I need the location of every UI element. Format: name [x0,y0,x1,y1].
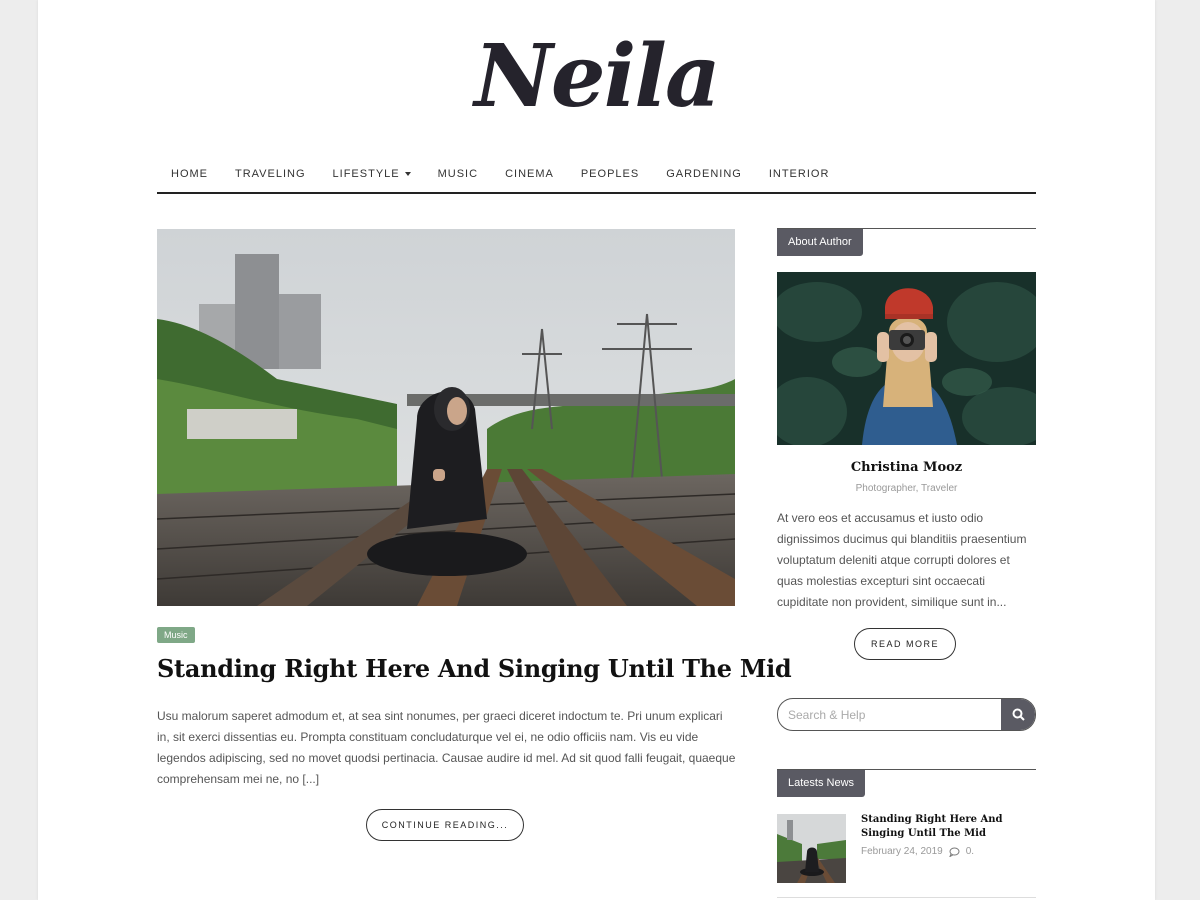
news-divider [777,897,1036,898]
chevron-down-icon [404,172,411,177]
post-category-badge[interactable]: Music [157,627,195,643]
latest-news-heading-bar: Latests News [777,769,1036,797]
latest-news-heading: Latests News [777,770,866,797]
railway-photo [157,229,735,606]
nav-item-music[interactable]: MUSIC [438,168,478,180]
nav-item-lifestyle-label: LIFESTYLE [332,168,400,180]
news-item-thumbnail[interactable] [777,814,846,883]
search-input[interactable] [778,699,1001,730]
news-item-title[interactable]: Standing Right Here And Singing Until Th… [861,813,1031,841]
read-more-button[interactable]: READ MORE [854,628,956,660]
author-photo-image [777,272,1036,445]
nav-item-cinema[interactable]: CINEMA [505,168,554,180]
search-form [777,698,1036,731]
author-bio: At vero eos et accusamus et iusto odio d… [777,511,1027,609]
news-thumbnail-image [777,814,846,883]
post-featured-image[interactable] [157,229,735,606]
news-item-comment-count[interactable]: 0. [966,846,974,857]
page: Neila HOME TRAVELING LIFESTYLE MUSIC CIN… [38,0,1155,900]
about-author-heading-bar: About Author [777,228,1036,256]
post-excerpt: Usu malorum saperet admodum et, at sea s… [157,709,736,786]
author-photo [777,272,1036,445]
about-author-heading: About Author [777,229,863,256]
site-logo[interactable]: Neila [38,22,1155,132]
nav-item-interior[interactable]: INTERIOR [769,168,830,180]
author-role: Photographer, Traveler [855,483,958,494]
nav-item-peoples[interactable]: PEOPLES [581,168,639,180]
news-item-date: February 24, 2019 [861,846,943,857]
nav-item-lifestyle[interactable]: LIFESTYLE [333,168,411,180]
search-icon [1012,708,1025,721]
search-button[interactable] [1001,699,1035,730]
nav-item-home[interactable]: HOME [171,168,208,180]
author-name: Christina Mooz [850,460,963,475]
continue-reading-button[interactable]: CONTINUE READING... [366,809,524,841]
post-title[interactable]: Standing Right Here And Singing Until Th… [157,654,792,683]
nav-item-gardening[interactable]: GARDENING [666,168,742,180]
main-nav: HOME TRAVELING LIFESTYLE MUSIC CINEMA PE… [157,156,1036,194]
news-item-meta: February 24, 2019 0. [861,846,974,857]
nav-item-traveling[interactable]: TRAVELING [235,168,306,180]
comment-icon [948,847,960,857]
